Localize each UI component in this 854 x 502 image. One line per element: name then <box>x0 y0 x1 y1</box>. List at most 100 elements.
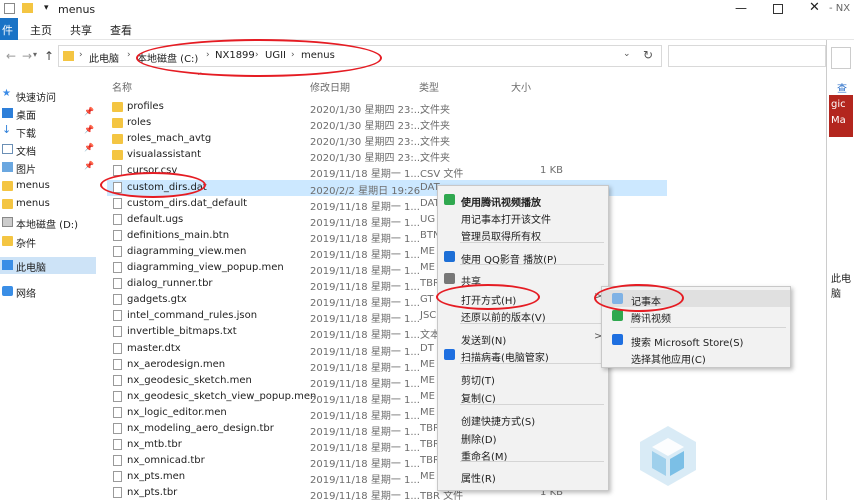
qq-player-icon <box>444 251 455 262</box>
address-dropdown-icon[interactable]: ⌄ <box>623 49 631 59</box>
file-type: ME <box>420 390 435 402</box>
file-date: 2020/1/30 星期四 23:... <box>310 121 424 133</box>
table-row[interactable]: profiles 2020/1/30 星期四 23:... 文件夹 <box>107 99 667 116</box>
nav-quick-access[interactable]: ★ 快速访问 <box>0 87 96 104</box>
submenu-item[interactable]: 搜索 Microsoft Store(S) <box>602 331 790 349</box>
submenu-item[interactable]: 选择其他应用(C) <box>602 348 790 366</box>
context-menu-label: 删除(D) <box>461 435 497 446</box>
star-icon: ★ <box>2 88 11 99</box>
tab-share[interactable]: 共享 <box>70 22 92 38</box>
chevron-right-icon: › <box>79 50 83 60</box>
file-name: roles_mach_avtg <box>127 133 212 145</box>
background-text: 查 <box>837 84 847 95</box>
table-row[interactable]: roles_mach_avtg 2020/1/30 星期四 23:... 文件夹 <box>107 131 667 149</box>
file-date: 2020/1/30 星期四 23:... <box>310 137 424 149</box>
context-menu-item[interactable]: 使用 QQ影音 播放(P) <box>438 248 608 266</box>
context-menu-item[interactable]: 用记事本打开该文件 <box>438 208 608 226</box>
column-header-date[interactable]: 修改日期 <box>310 79 350 94</box>
context-menu-item[interactable]: 创建快捷方式(S) <box>438 410 608 428</box>
file-type: ME <box>420 358 435 370</box>
file-type: ME <box>420 245 435 257</box>
menu-separator <box>460 242 604 243</box>
chevron-right-icon: › <box>127 50 131 60</box>
minimize-button[interactable]: — <box>735 1 747 15</box>
refresh-icon[interactable]: ↻ <box>643 48 653 62</box>
file-type: 文件夹 <box>420 105 450 116</box>
nav-item-desktop[interactable]: 桌面 📌 <box>0 105 96 122</box>
file-icon <box>113 471 122 483</box>
nav-item-misc[interactable]: 杂件 <box>0 233 96 250</box>
annotation-address-circle <box>136 39 382 77</box>
pin-icon: 📌 <box>84 161 94 170</box>
back-arrow-icon[interactable]: ← <box>6 49 16 63</box>
nav-item-downloads[interactable]: ↓ 下载 📌 <box>0 123 96 140</box>
file-name: dialog_runner.tbr <box>127 278 213 290</box>
forward-arrow-icon[interactable]: → <box>22 49 32 63</box>
file-name: nx_geodesic_sketch.men <box>127 374 252 386</box>
file-date: 2019/11/18 星期一 1... <box>310 427 420 438</box>
background-search-box <box>831 47 851 69</box>
folder-icon <box>112 102 123 112</box>
context-menu-item[interactable]: 属性(R) <box>438 467 608 485</box>
file-icon <box>113 310 122 322</box>
folder-icon <box>2 199 13 209</box>
up-arrow-icon[interactable]: ↑ <box>44 49 54 63</box>
context-menu-label: 用记事本打开该文件 <box>461 215 551 226</box>
tab-home[interactable]: 主页 <box>30 22 52 38</box>
nav-item-menus[interactable]: menus <box>0 178 96 195</box>
search-input[interactable] <box>668 45 826 67</box>
column-header-type[interactable]: 类型 <box>419 79 439 94</box>
tencent-video-icon <box>612 310 623 321</box>
file-icon <box>113 262 122 273</box>
context-menu-item[interactable]: 发送到(N) > <box>438 329 608 347</box>
nav-item-menus-2[interactable]: menus <box>0 196 96 213</box>
column-header-name[interactable]: 名称 <box>112 79 132 94</box>
file-name: diagramming_view_popup.men <box>127 262 284 273</box>
nav-this-pc[interactable]: 此电脑 <box>0 257 96 274</box>
properties-icon[interactable] <box>4 3 15 14</box>
context-menu-item[interactable]: 剪切(T) <box>438 369 608 387</box>
file-name: roles <box>127 117 152 129</box>
context-menu-item[interactable]: 使用腾讯视频播放 <box>438 191 608 209</box>
close-button[interactable]: ✕ <box>809 0 820 15</box>
file-name: custom_dirs.dat_default <box>127 197 248 209</box>
store-icon <box>612 334 623 345</box>
context-menu-label: 复制(C) <box>461 394 496 405</box>
tab-view[interactable]: 查看 <box>110 22 132 38</box>
tab-file[interactable]: 件 <box>0 18 18 40</box>
file-icon <box>113 390 122 402</box>
file-type: DT <box>420 342 434 354</box>
context-menu-item[interactable]: 重命名(M) <box>438 445 608 463</box>
context-menu-item[interactable]: 删除(D) <box>438 428 608 446</box>
file-icon <box>113 294 122 306</box>
file-date: 2019/11/18 星期一 1... <box>310 394 420 406</box>
context-menu-label: 创建快捷方式(S) <box>461 417 536 428</box>
table-row[interactable]: visualassistant 2020/1/30 星期四 23:... 文件夹 <box>107 147 667 164</box>
file-name: nx_pts.tbr <box>127 487 178 499</box>
nav-item-documents[interactable]: 文档 📌 <box>0 141 96 158</box>
file-type: CSV 文件 <box>420 169 464 181</box>
menu-separator <box>460 404 604 405</box>
column-header-size[interactable]: 大小 <box>511 79 531 94</box>
context-menu-item[interactable]: 管理员取得所有权 <box>438 225 608 243</box>
context-menu-item[interactable]: 扫描病毒(电脑管家) <box>438 346 608 364</box>
recent-locations-icon[interactable]: ▾ <box>33 50 37 59</box>
folder-icon <box>112 118 123 129</box>
document-icon <box>2 144 13 154</box>
table-row[interactable]: roles 2020/1/30 星期四 23:... 文件夹 <box>107 115 667 133</box>
quick-access-dropdown-icon[interactable]: ▾ <box>44 3 49 13</box>
nav-item-local-disk-d[interactable]: 本地磁盘 (D:) <box>0 214 96 231</box>
window-title: menus <box>58 3 96 16</box>
breadcrumb-this-pc[interactable]: 此电脑 <box>89 50 119 65</box>
maximize-button[interactable] <box>773 4 783 14</box>
file-icon <box>113 197 122 209</box>
pin-icon: 📌 <box>84 143 94 152</box>
file-date: 2019/11/18 星期一 1... <box>310 314 420 326</box>
context-menu-item[interactable]: 复制(C) <box>438 387 608 405</box>
file-name: nx_omnicad.tbr <box>127 455 205 467</box>
file-icon <box>113 358 122 370</box>
file-icon <box>113 455 122 467</box>
nav-network[interactable]: 网络 <box>0 283 96 300</box>
nav-item-pictures[interactable]: 图片 📌 <box>0 159 96 176</box>
new-folder-icon[interactable] <box>22 3 33 13</box>
